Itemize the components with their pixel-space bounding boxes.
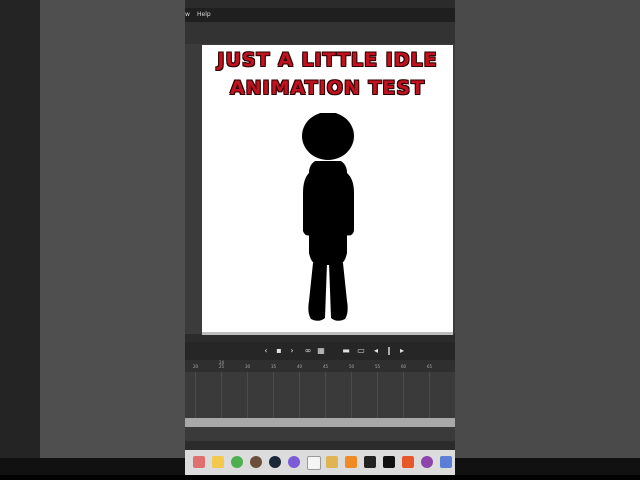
figure-right-leg [329, 263, 348, 321]
timeline-controls: ‹ ▪ › ∞ ▦ ▬ ▭ ◂ ‖ ▸ [185, 342, 455, 360]
stick-figure[interactable] [297, 113, 357, 325]
figure-left-arm [303, 173, 315, 236]
frame-gridline [221, 372, 222, 418]
right-grey-background [455, 0, 640, 458]
timeline-ruler[interactable]: 24 20 25 30 35 40 45 50 55 60 65 [185, 360, 455, 372]
frame-gridline [247, 372, 248, 418]
stop-icon[interactable]: ▪ [274, 346, 284, 356]
figure-left-leg [308, 263, 327, 321]
figure-right-arm [342, 173, 354, 236]
firefox-icon[interactable] [288, 456, 300, 468]
notepad-icon[interactable] [307, 456, 321, 470]
left-grey-background [40, 0, 185, 458]
prev-keyframe-icon[interactable]: ‹ [261, 346, 271, 356]
ruler-tick: 60 [401, 364, 407, 369]
chrome-icon[interactable] [231, 456, 243, 468]
folder-icon[interactable] [326, 456, 338, 468]
obs-icon[interactable] [421, 456, 433, 468]
frame-gridline [273, 372, 274, 418]
frame-gridline [403, 372, 404, 418]
animate-icon[interactable] [345, 456, 357, 468]
animation-app-window: w Help JUST A LITTLE IDLE ANIMATION TEST… [185, 0, 455, 458]
toolbar-strip [185, 22, 455, 44]
roblox-icon[interactable] [364, 456, 376, 468]
pause-icon[interactable]: ‖ [384, 346, 394, 356]
office-icon[interactable] [402, 456, 414, 468]
fit-icon[interactable]: ▭ [356, 346, 366, 356]
ruler-tick: 65 [427, 364, 433, 369]
ruler-tick: 25 [219, 364, 225, 369]
ruler-tick: 50 [349, 364, 355, 369]
steam-icon[interactable] [269, 456, 281, 468]
frame-gridline [351, 372, 352, 418]
bottom-letterbox [0, 475, 640, 480]
frame-gridline [195, 372, 196, 418]
figure-head [302, 113, 354, 160]
ruler-tick: 35 [271, 364, 277, 369]
frame-gridline [325, 372, 326, 418]
frame-gridline [299, 372, 300, 418]
next-keyframe-icon[interactable]: › [287, 346, 297, 356]
menu-help[interactable]: Help [197, 8, 211, 22]
ruler-tick: 20 [193, 364, 199, 369]
loop-icon[interactable]: ∞ [303, 346, 313, 356]
frame-gridline [429, 372, 430, 418]
ruler-tick: 30 [245, 364, 251, 369]
settings-icon[interactable] [440, 456, 452, 468]
horizontal-scrollbar[interactable] [202, 332, 453, 335]
explorer-icon[interactable] [212, 456, 224, 468]
start-icon[interactable] [193, 456, 205, 468]
app-icon[interactable] [250, 456, 262, 468]
capcut-icon[interactable] [383, 456, 395, 468]
left-dark-panel [0, 0, 40, 458]
timeline-tracks[interactable] [185, 372, 455, 418]
frame-gridline [377, 372, 378, 418]
timeline-lower-area [185, 427, 455, 441]
play-icon[interactable]: ▸ [397, 346, 407, 356]
ruler-tick: 45 [323, 364, 329, 369]
ruler-tick: 40 [297, 364, 303, 369]
menu-view[interactable]: w [185, 8, 190, 22]
step-back-icon[interactable]: ◂ [371, 346, 381, 356]
menu-bar: w Help [185, 8, 455, 22]
insert-frame-icon[interactable]: ▬ [341, 346, 351, 356]
windows-taskbar [185, 450, 455, 475]
canvas-title-line1: JUST A LITTLE IDLE [217, 49, 438, 71]
stage-canvas[interactable]: JUST A LITTLE IDLE ANIMATION TEST [202, 45, 453, 332]
timeline-scrollbar[interactable] [185, 418, 455, 427]
canvas-title-line2: ANIMATION TEST [229, 77, 426, 99]
ruler-tick: 55 [375, 364, 381, 369]
onion-skin-icon[interactable]: ▦ [316, 346, 326, 356]
